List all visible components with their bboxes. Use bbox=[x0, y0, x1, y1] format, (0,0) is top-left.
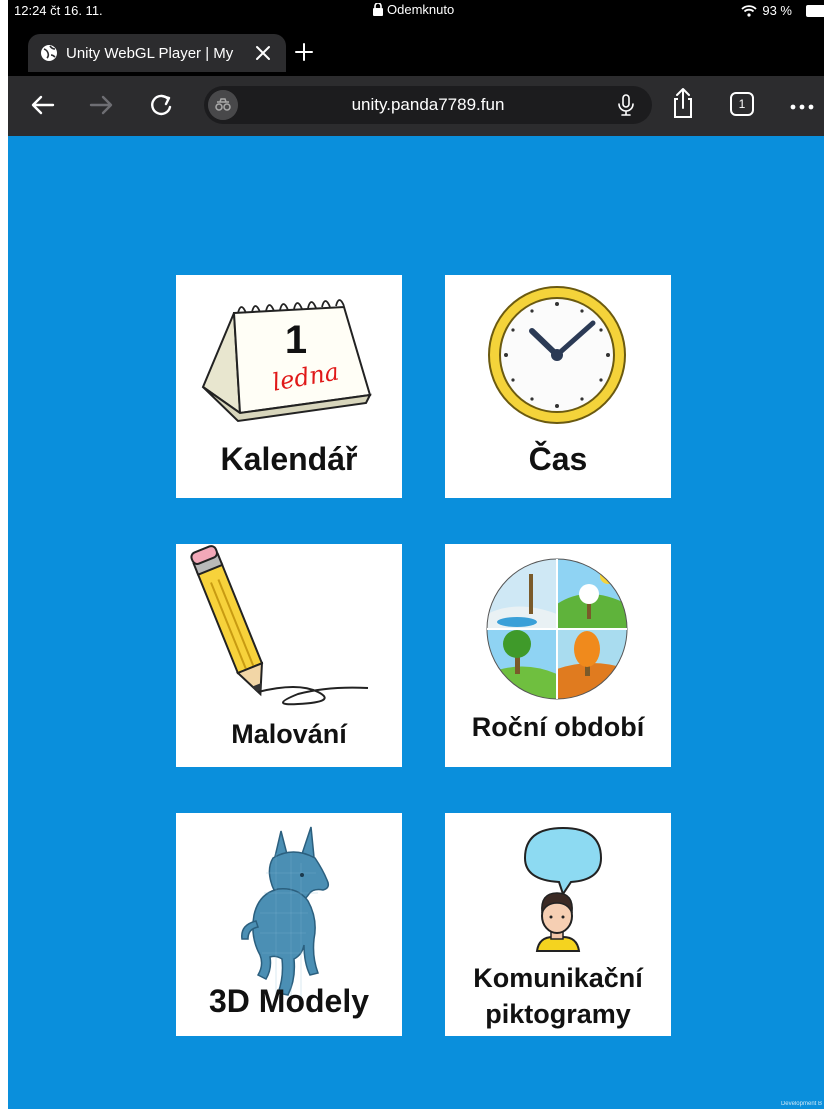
tile-seasons[interactable]: Roční období bbox=[445, 544, 671, 767]
tile-label: Roční období bbox=[471, 712, 645, 742]
forward-icon[interactable] bbox=[86, 90, 116, 120]
tile-label: Kalendář bbox=[220, 441, 358, 477]
development-build-text: Development B bbox=[780, 1101, 822, 1107]
calendar-number: 1 bbox=[285, 318, 307, 362]
tile-calendar[interactable]: 1 ledna Kalendář bbox=[176, 275, 402, 498]
tile-label-line-1: Komunikační bbox=[473, 963, 643, 993]
microphone-icon[interactable] bbox=[616, 94, 636, 116]
tile-drawing[interactable]: Malování bbox=[176, 544, 402, 767]
tile-label: 3D Modely bbox=[208, 983, 370, 1019]
browser-toolbar: unity.panda7789.fun 1 bbox=[8, 76, 824, 136]
status-bar: 12:24 čt 16. 11. Odemknuto 93 % bbox=[8, 0, 824, 22]
tile-communication-pictograms[interactable]: Komunikační piktogramy bbox=[445, 813, 671, 1036]
share-icon[interactable] bbox=[668, 86, 698, 120]
url-bar[interactable]: unity.panda7789.fun bbox=[204, 86, 652, 124]
unity-webgl-canvas[interactable]: 1 ledna Kalendář Čas Malování Roční obdo… bbox=[8, 136, 824, 1109]
lock-label: Odemknuto bbox=[387, 2, 455, 17]
url-text: unity.panda7789.fun bbox=[351, 95, 505, 114]
more-options-icon[interactable] bbox=[788, 90, 818, 120]
close-icon[interactable] bbox=[252, 42, 274, 64]
tab-strip: Unity WebGL Player | My bbox=[8, 22, 824, 76]
wifi-battery: 93 % bbox=[741, 3, 792, 18]
battery-icon bbox=[806, 5, 824, 17]
globe-icon bbox=[41, 45, 57, 61]
tile-3d-models[interactable]: 3D Modely bbox=[176, 813, 402, 1036]
reload-icon[interactable] bbox=[146, 90, 176, 120]
tabs-count-button[interactable]: 1 bbox=[730, 92, 754, 116]
status-time: 12:24 čt 16. 11. bbox=[14, 3, 103, 18]
tab-title: Unity WebGL Player | My bbox=[66, 44, 234, 62]
tile-label: Čas bbox=[528, 441, 588, 477]
lock-status: Odemknuto bbox=[373, 2, 454, 17]
tile-label: Komunikační piktogramy bbox=[445, 960, 671, 1032]
new-tab-icon[interactable] bbox=[292, 40, 316, 64]
browser-tab[interactable]: Unity WebGL Player | My bbox=[28, 34, 286, 72]
lock-icon bbox=[373, 3, 383, 16]
tile-time[interactable]: Čas bbox=[445, 275, 671, 498]
battery-percent: 93 % bbox=[762, 3, 792, 18]
wifi-icon bbox=[741, 4, 757, 17]
back-icon[interactable] bbox=[28, 90, 58, 120]
tile-label-line-2: piktogramy bbox=[485, 999, 631, 1029]
tile-label: Malování bbox=[231, 719, 347, 749]
